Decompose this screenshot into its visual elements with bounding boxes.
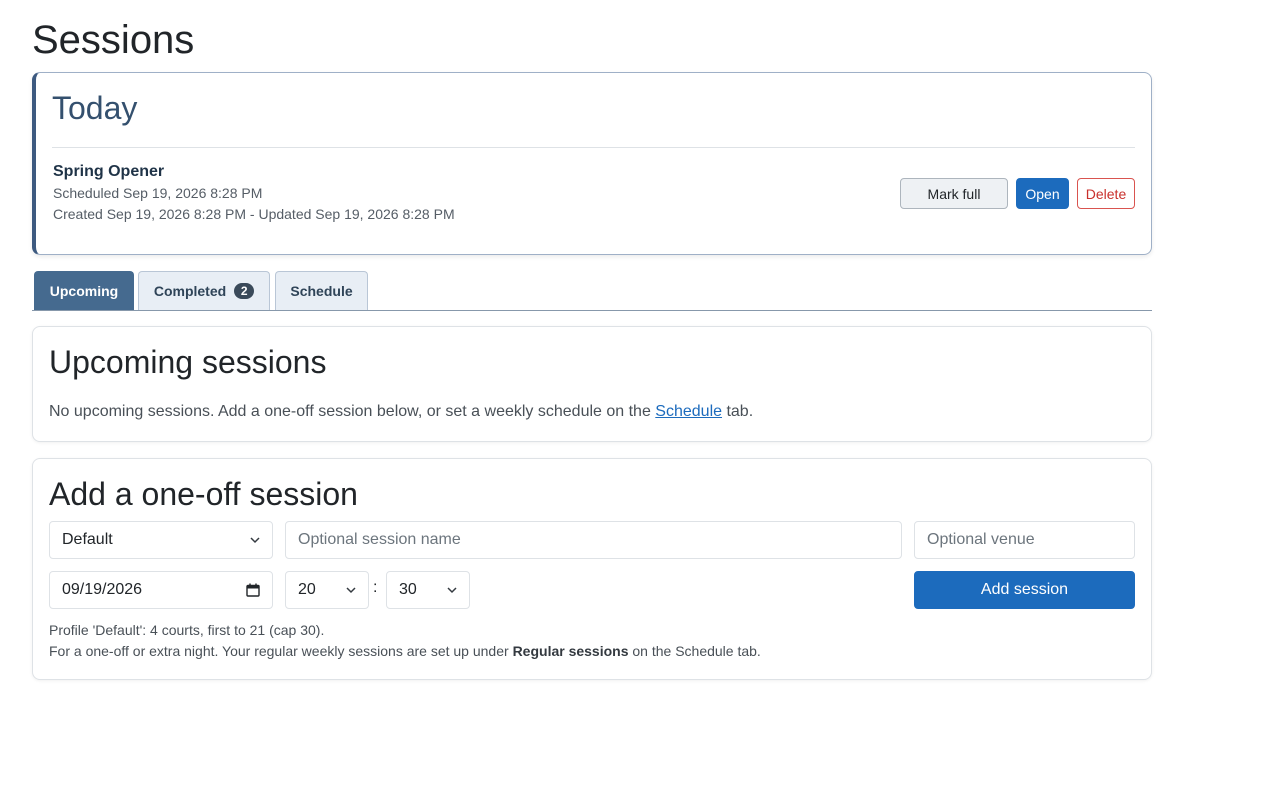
add-session-button[interactable]: Add session [914, 571, 1135, 609]
session-actions: Mark full Open Delete [900, 178, 1135, 209]
session-name-input[interactable]: Optional session name [285, 521, 902, 559]
chevron-down-icon [346, 587, 356, 594]
session-tabs: Upcoming Completed 2 Schedule [32, 271, 1152, 311]
one-off-help-text: For a one-off or extra night. Your regul… [49, 643, 761, 659]
upcoming-sessions-panel: Upcoming sessions No upcoming sessions. … [32, 326, 1152, 442]
session-created-updated: Created Sep 19, 2026 8:28 PM - Updated S… [53, 206, 455, 222]
date-input[interactable]: 09/19/2026 [49, 571, 273, 609]
venue-input[interactable]: Optional venue [914, 521, 1135, 559]
time-separator: : [373, 579, 378, 596]
completed-count-badge: 2 [234, 283, 255, 299]
tab-upcoming-label: Upcoming [49, 283, 119, 299]
page-title: Sessions [32, 18, 195, 62]
minute-select[interactable]: 30 [386, 571, 470, 609]
venue-placeholder: Optional venue [927, 531, 1035, 548]
help-text-after: on the Schedule tab. [628, 643, 761, 659]
empty-text-after: tab. [722, 403, 754, 420]
open-button[interactable]: Open [1016, 178, 1069, 209]
chevron-down-icon [447, 587, 457, 594]
tab-completed[interactable]: Completed 2 [138, 271, 270, 310]
tab-upcoming[interactable]: Upcoming [34, 271, 134, 310]
tab-schedule[interactable]: Schedule [275, 271, 368, 310]
tab-completed-label: Completed [153, 283, 227, 299]
schedule-link[interactable]: Schedule [655, 403, 722, 420]
hour-select[interactable]: 20 [285, 571, 369, 609]
minute-select-value: 30 [399, 581, 417, 598]
empty-state-message: No upcoming sessions. Add a one-off sess… [49, 403, 753, 421]
hour-select-value: 20 [298, 581, 316, 598]
profile-select[interactable]: Default [49, 521, 273, 559]
empty-text-before: No upcoming sessions. Add a one-off sess… [49, 403, 656, 420]
session-name: Spring Opener [53, 163, 165, 180]
chevron-down-icon [250, 537, 260, 544]
upcoming-sessions-title: Upcoming sessions [49, 344, 327, 380]
tab-schedule-label: Schedule [290, 283, 353, 299]
delete-button[interactable]: Delete [1077, 178, 1135, 209]
mark-full-button[interactable]: Mark full [900, 178, 1008, 209]
today-card: Today Spring Opener Scheduled Sep 19, 20… [32, 72, 1152, 255]
profile-select-value: Default [62, 531, 113, 548]
calendar-icon[interactable] [246, 583, 260, 597]
divider [52, 147, 1135, 148]
help-text-before: For a one-off or extra night. Your regul… [49, 643, 513, 659]
session-name-placeholder: Optional session name [298, 531, 461, 548]
session-scheduled-time: Scheduled Sep 19, 2026 8:28 PM [53, 185, 263, 201]
add-session-title: Add a one-off session [49, 476, 358, 512]
date-input-value: 09/19/2026 [62, 581, 143, 598]
profile-help-text: Profile 'Default': 4 courts, first to 21… [49, 622, 325, 638]
today-title: Today [52, 90, 138, 126]
regular-sessions-label: Regular sessions [512, 643, 629, 659]
add-session-panel: Add a one-off session Default Optional s… [32, 458, 1152, 680]
